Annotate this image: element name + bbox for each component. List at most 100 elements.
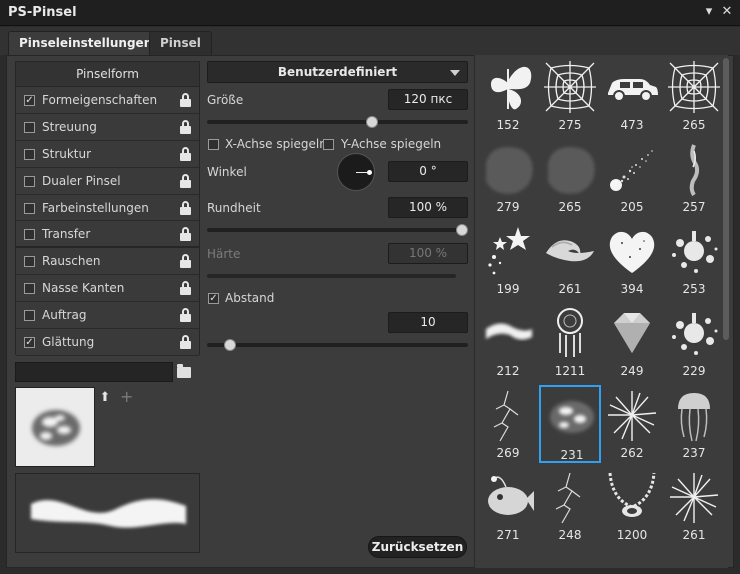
sidebar-item-label: Farbeinstellungen [42, 200, 149, 215]
flip-x-checkbox[interactable] [208, 139, 219, 150]
brush-size-label: 1211 [554, 364, 586, 378]
sidebar-item[interactable]: Streuung [16, 113, 199, 141]
brush-tip-shape-header[interactable]: Pinselform [16, 62, 199, 87]
lock-icon[interactable] [180, 281, 191, 296]
hardness-label: Härte [207, 247, 241, 261]
brush-name-input[interactable] [15, 362, 173, 382]
size-input[interactable]: 120 пкс [388, 89, 468, 110]
brush-preset-cell[interactable]: 261 [539, 221, 601, 299]
sidebar-item[interactable]: ✓ Formeigenschaften [16, 87, 199, 114]
sidebar-item[interactable]: Nasse Kanten [16, 275, 199, 303]
brush-size-label: 199 [496, 282, 520, 296]
checkbox[interactable] [24, 256, 35, 268]
lock-icon[interactable] [180, 254, 191, 269]
lock-icon[interactable] [180, 119, 191, 134]
lock-icon[interactable] [180, 335, 191, 350]
lock-icon[interactable] [180, 173, 191, 188]
spacing-checkbox[interactable]: ✓ [208, 293, 219, 304]
brush-preset-cell[interactable]: 229 [663, 303, 725, 381]
brush-preset-cell[interactable]: 1200 [601, 467, 663, 545]
hardness-slider-track [207, 274, 456, 278]
checkbox[interactable] [24, 229, 35, 241]
brush-preset-cell[interactable]: 262 [601, 385, 663, 463]
watercolor-blob-icon [548, 147, 595, 194]
brush-size-label: 269 [496, 446, 520, 460]
brush-preset-cell[interactable]: 248 [539, 467, 601, 545]
roundness-input[interactable]: 100 % [388, 197, 468, 218]
brush-preset-cell[interactable]: 275 [539, 57, 601, 135]
sidebar-item[interactable]: Rauschen [16, 248, 199, 276]
brush-preset-cell[interactable]: 205 [601, 139, 663, 217]
tab-brushes[interactable]: Pinsel [149, 31, 212, 55]
checkbox[interactable] [24, 121, 35, 133]
brush-preset-cell[interactable]: 394 [601, 221, 663, 299]
brush-preset-cell[interactable]: 237 [663, 385, 725, 463]
angle-dial[interactable] [337, 153, 375, 191]
size-label: Größe [207, 93, 244, 107]
scrollbar[interactable] [723, 58, 729, 340]
brush-preset-cell[interactable]: 257 [663, 139, 725, 217]
flip-y-checkbox[interactable] [323, 139, 334, 150]
brush-preset-cell[interactable]: 152 [477, 57, 539, 135]
brush-preset-cell[interactable]: 212 [477, 303, 539, 381]
checkbox[interactable] [24, 175, 35, 187]
sidebar-item-label: Rauschen [42, 254, 101, 269]
tab-brush-settings[interactable]: Pinseleinstellungen [8, 31, 164, 55]
brush-preset-cell[interactable]: 231 [539, 385, 601, 463]
diamond-icon [614, 313, 650, 353]
roundness-slider-knob[interactable] [456, 224, 468, 236]
brush-preset-cell[interactable]: 279 [477, 139, 539, 217]
brush-preset-cell[interactable]: 265 [539, 139, 601, 217]
checkbox[interactable] [24, 202, 35, 214]
preset-dropdown[interactable]: Benutzerdefiniert [207, 61, 468, 83]
sidebar-item[interactable]: ✓ Glättung [16, 329, 199, 356]
sidebar-item[interactable]: Transfer [16, 221, 199, 249]
checkbox[interactable] [24, 283, 35, 295]
hardness-input: 100 % [388, 243, 468, 264]
lock-icon[interactable] [180, 200, 191, 215]
close-icon[interactable]: ✕ [718, 3, 736, 21]
title-bar: PS-Pinsel ▾ ✕ [0, 0, 740, 26]
menu-dropdown-icon[interactable]: ▾ [700, 3, 718, 21]
brush-size-label: 257 [682, 200, 706, 214]
spacing-slider-track[interactable] [207, 343, 468, 347]
sidebar-item-label: Transfer [42, 227, 91, 242]
brush-preset-cell[interactable]: 261 [663, 467, 725, 545]
sidebar-item[interactable]: Dualer Pinsel [16, 167, 199, 195]
brush-preset-cell[interactable]: 199 [477, 221, 539, 299]
brush-thumbnail [15, 387, 95, 467]
brush-size-label: 279 [496, 200, 520, 214]
folder-icon[interactable] [177, 364, 191, 378]
brush-preset-cell[interactable]: 1211 [539, 303, 601, 381]
checkbox[interactable] [24, 148, 35, 160]
sidebar-item[interactable]: Farbeinstellungen [16, 194, 199, 222]
preset-label: Benutzerdefiniert [277, 65, 398, 79]
add-icon[interactable]: + [120, 389, 133, 405]
brush-size-label: 262 [620, 446, 644, 460]
brush-size-label: 152 [496, 118, 520, 132]
lock-icon[interactable] [180, 227, 191, 242]
lock-icon[interactable] [180, 308, 191, 323]
sidebar-item-label: Formeigenschaften [42, 93, 158, 107]
size-slider-track[interactable] [207, 120, 468, 124]
lock-icon[interactable] [180, 93, 191, 107]
checkbox[interactable]: ✓ [24, 337, 35, 349]
checkbox[interactable]: ✓ [24, 95, 35, 106]
upload-icon[interactable]: ⬆ [99, 391, 111, 405]
brush-preset-cell[interactable]: 265 [663, 57, 725, 135]
sidebar-item[interactable]: Auftrag [16, 302, 199, 330]
brush-preset-cell[interactable]: 473 [601, 57, 663, 135]
brush-preset-cell[interactable]: 253 [663, 221, 725, 299]
brush-preset-cell[interactable]: 249 [601, 303, 663, 381]
brush-preset-cell[interactable]: 269 [477, 385, 539, 463]
roundness-slider-track[interactable] [207, 228, 468, 232]
spacing-input[interactable]: 10 [388, 312, 468, 333]
checkbox[interactable] [24, 310, 35, 322]
brush-size-label: 1200 [616, 528, 648, 542]
sidebar-item[interactable]: Struktur [16, 140, 199, 168]
brush-preset-cell[interactable]: 271 [477, 467, 539, 545]
lock-icon[interactable] [180, 146, 191, 161]
reset-button[interactable]: Zurücksetzen [368, 536, 467, 558]
angle-input[interactable]: 0 ° [388, 161, 468, 182]
brush-size-label: 265 [682, 118, 706, 132]
